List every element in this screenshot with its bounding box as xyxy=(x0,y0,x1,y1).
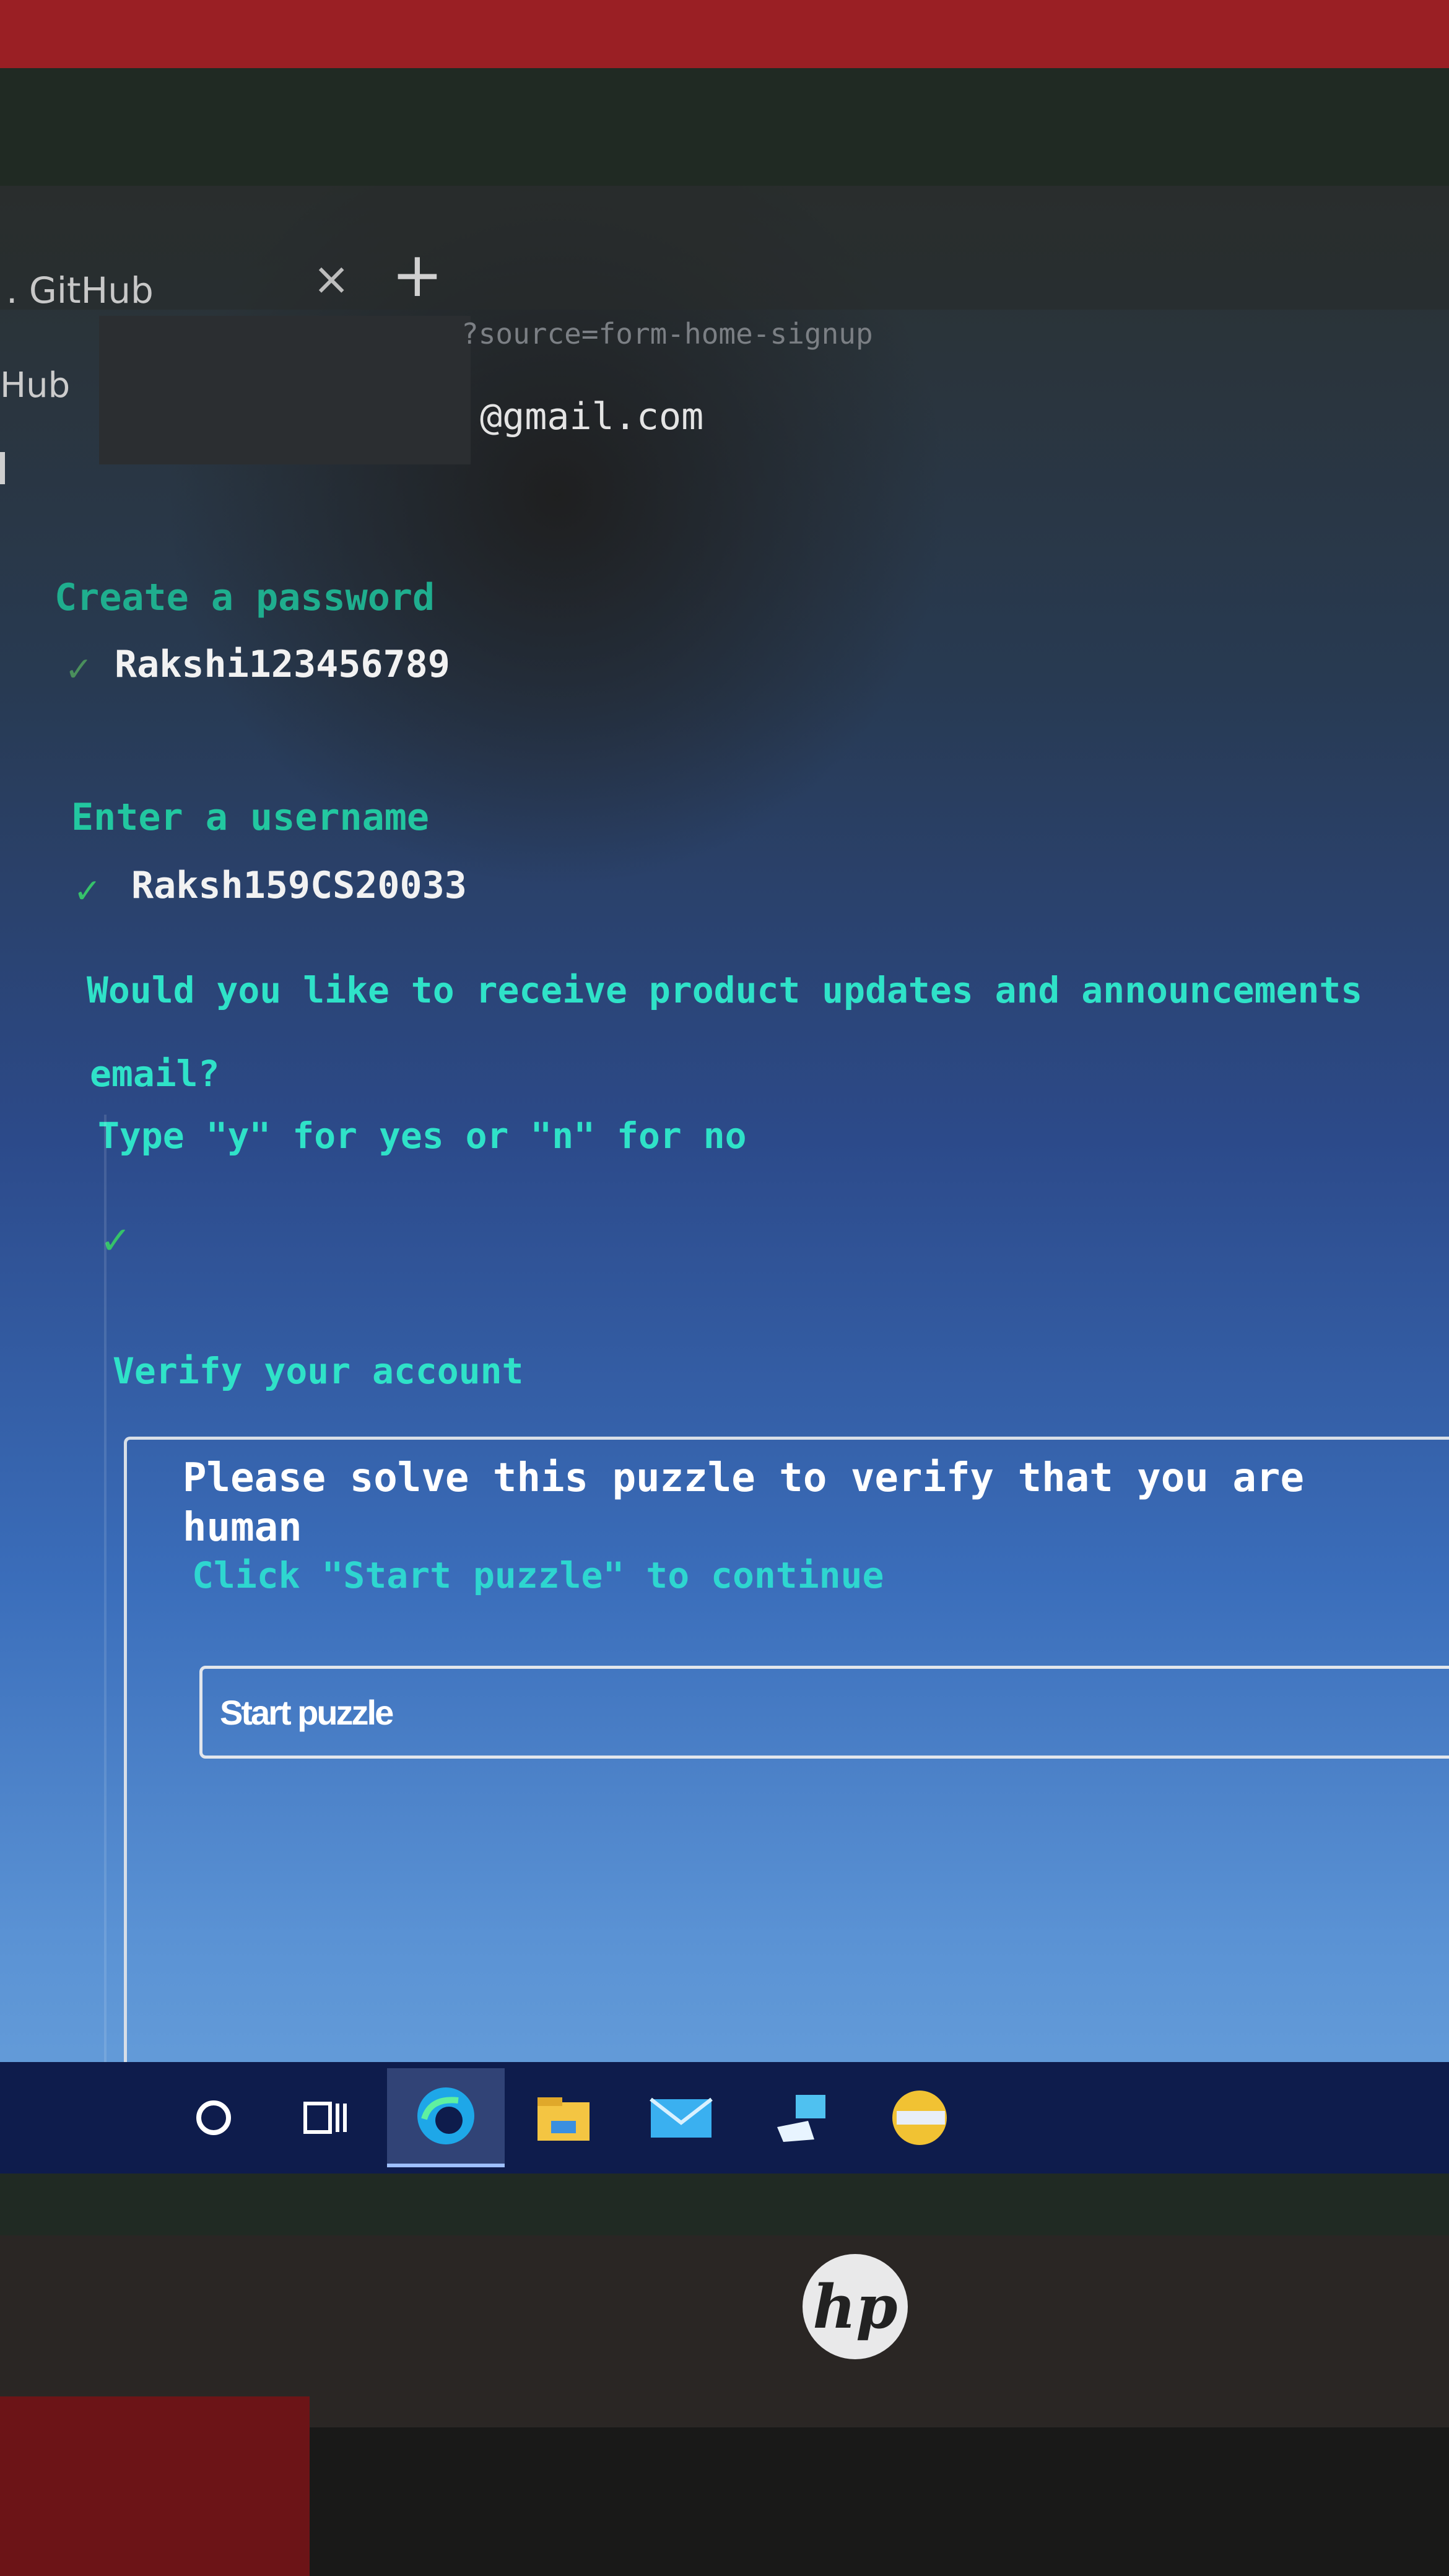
start-puzzle-button[interactable]: Start puzzle xyxy=(199,1666,1449,1759)
puzzle-subtitle: Click "Start puzzle" to continue xyxy=(192,1554,884,1596)
username-value: Raksh159CS20033 xyxy=(131,864,467,907)
password-check-icon: ✓ xyxy=(67,645,90,690)
username-label: Enter a username xyxy=(71,796,429,839)
puzzle-title: Please solve this puzzle to verify that … xyxy=(183,1455,1304,1501)
left-divider xyxy=(104,1115,107,2167)
site-mark xyxy=(0,452,5,484)
updates-question-cont: email? xyxy=(90,1053,220,1095)
task-view-icon[interactable] xyxy=(272,2068,378,2167)
hp-logo-text: hp xyxy=(812,2271,898,2342)
address-overlay xyxy=(99,316,471,464)
mail-icon[interactable] xyxy=(629,2068,734,2167)
start-puzzle-label: Start puzzle xyxy=(220,1693,394,1732)
edge-icon[interactable] xyxy=(387,2068,505,2167)
app-icon[interactable] xyxy=(867,2068,972,2167)
password-label: Create a password xyxy=(54,576,435,619)
new-tab-icon[interactable]: + xyxy=(391,238,443,311)
monitor-screen: . GitHub × + ?source=form-home-signup Hu… xyxy=(0,186,1449,2174)
file-explorer-icon[interactable] xyxy=(511,2068,616,2167)
app-icon[interactable] xyxy=(749,2068,855,2167)
tab-close-icon[interactable]: × xyxy=(313,253,350,305)
hp-logo: hp xyxy=(803,2254,908,2359)
address-bar[interactable]: ?source=form-home-signup xyxy=(461,317,873,350)
taskbar xyxy=(0,2062,1449,2174)
tab-title[interactable]: . GitHub xyxy=(6,269,154,311)
updates-question: Would you like to receive product update… xyxy=(87,969,1363,1011)
desk-left xyxy=(0,2396,310,2576)
cortana-circle-icon[interactable] xyxy=(161,2068,266,2167)
username-check-icon: ✓ xyxy=(76,867,99,912)
updates-prompt: Type "y" for yes or "n" for no xyxy=(98,1115,747,1157)
browser-tab-bar: . GitHub × + xyxy=(0,186,1449,311)
site-name: Hub xyxy=(0,365,71,406)
password-value: Rakshi123456789 xyxy=(115,643,450,686)
puzzle-title-cont: human xyxy=(183,1505,302,1551)
desk-right xyxy=(310,2427,1449,2576)
verify-label: Verify your account xyxy=(113,1350,524,1392)
email-value: @gmail.com xyxy=(480,395,704,438)
